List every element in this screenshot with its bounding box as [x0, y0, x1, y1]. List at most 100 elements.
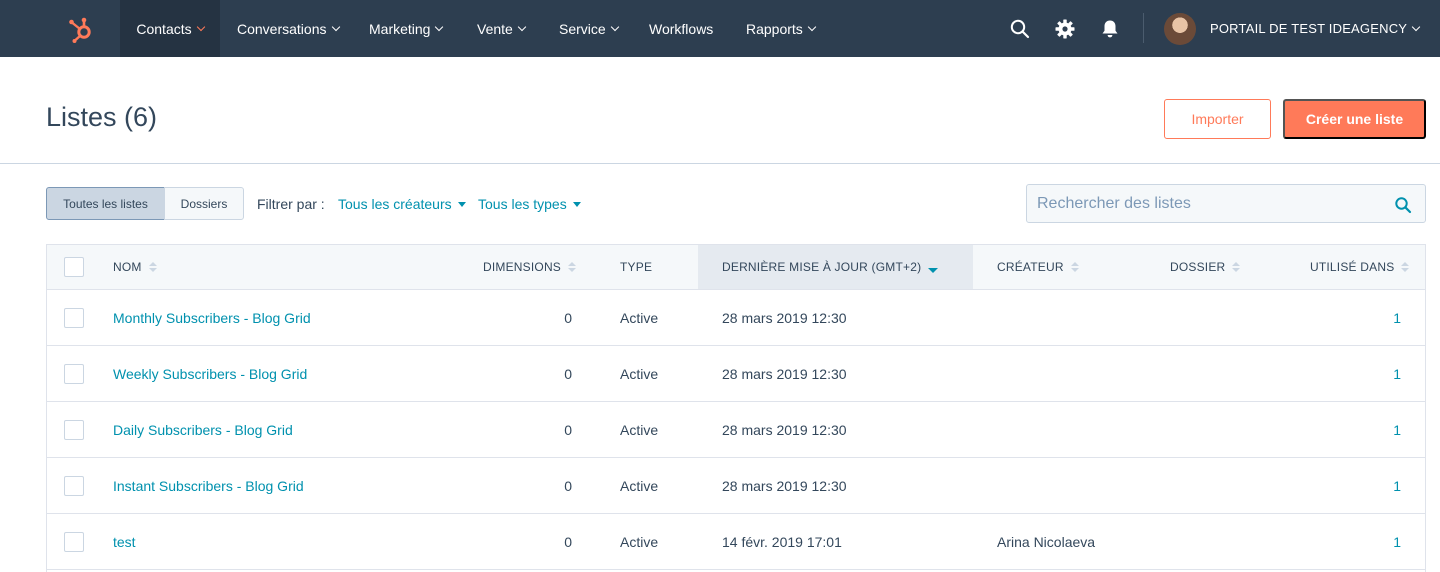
avatar[interactable]	[1164, 13, 1196, 45]
table-row: Weekly Subscribers - Blog Grid 0 Active …	[47, 346, 1425, 402]
column-header-creator[interactable]: CRÉATEUR	[997, 245, 1079, 289]
types-filter-label: Tous les types	[478, 196, 567, 212]
row-checkbox[interactable]	[64, 420, 84, 440]
dimensions-value: 0	[564, 421, 572, 438]
column-header-type[interactable]: TYPE	[620, 245, 652, 289]
nav-service[interactable]: Service	[559, 0, 619, 57]
creator-value: Arina Nicolaeva	[997, 533, 1096, 550]
type-value: Active	[620, 309, 659, 326]
nav-marketing[interactable]: Marketing	[369, 0, 444, 57]
type-value: Active	[620, 421, 659, 438]
table-row: Instant Subscribers - Blog Grid 0 Active…	[47, 458, 1425, 514]
chevron-down-icon	[517, 22, 527, 31]
dimensions-value: 0	[564, 365, 572, 382]
column-label: DOSSIER	[1170, 260, 1226, 274]
type-value: Active	[620, 477, 659, 494]
segment-all-lists[interactable]: Toutes les listes	[46, 187, 165, 220]
row-checkbox[interactable]	[64, 308, 84, 328]
table-row: Daily Subscribers - Blog Grid 0 Active 2…	[47, 402, 1425, 458]
dimensions-value: 0	[564, 477, 572, 494]
nav-rapports[interactable]: Rapports	[746, 0, 817, 57]
column-header-used-in[interactable]: UTILISÉ DANS	[1310, 245, 1410, 289]
nav-contacts-label: Contacts	[136, 20, 192, 37]
sort-icon	[1401, 262, 1410, 272]
chevron-down-icon	[807, 22, 817, 31]
chevron-down-icon	[196, 22, 205, 31]
creators-filter-dropdown[interactable]: Tous les créateurs	[338, 196, 466, 212]
nav-vente[interactable]: Vente	[477, 0, 527, 57]
nav-service-label: Service	[559, 20, 606, 37]
updated-value: 28 mars 2019 12:30	[722, 309, 847, 326]
search-input[interactable]	[1027, 185, 1387, 222]
bell-icon[interactable]	[1099, 18, 1121, 40]
updated-value: 14 févr. 2019 17:01	[722, 533, 842, 550]
column-label: DIMENSIONS	[483, 260, 562, 274]
hubspot-sprocket-icon[interactable]	[64, 13, 96, 45]
nav-conversations-label: Conversations	[237, 20, 327, 37]
lists-table: NOM DIMENSIONS TYPE DERNIÈRE MISE À JOUR…	[46, 244, 1426, 572]
import-button[interactable]: Importer	[1164, 99, 1271, 139]
nav-marketing-label: Marketing	[369, 20, 431, 37]
table-row: test 0 Active 14 févr. 2019 17:01 Arina …	[47, 514, 1425, 570]
updated-value: 28 mars 2019 12:30	[722, 421, 847, 438]
table-header: NOM DIMENSIONS TYPE DERNIÈRE MISE À JOUR…	[47, 245, 1425, 290]
column-label: NOM	[113, 260, 142, 274]
column-label: CRÉATEUR	[997, 260, 1064, 274]
sort-icon	[568, 262, 577, 272]
sort-icon	[1070, 262, 1079, 272]
table-row: Monthly Subscribers - Blog Grid 0 Active…	[47, 290, 1425, 346]
column-header-name[interactable]: NOM	[113, 245, 157, 289]
row-checkbox[interactable]	[64, 476, 84, 496]
types-filter-dropdown[interactable]: Tous les types	[478, 196, 581, 212]
portal-name: PORTAIL DE TEST IDEAGENCY	[1210, 21, 1408, 36]
nav-workflows-label: Workflows	[649, 20, 714, 37]
used-in-link[interactable]: 1	[1347, 290, 1401, 345]
updated-value: 28 mars 2019 12:30	[722, 477, 847, 494]
row-checkbox[interactable]	[64, 532, 84, 552]
chevron-down-icon	[435, 22, 444, 31]
row-checkbox[interactable]	[64, 364, 84, 384]
header-divider	[0, 163, 1440, 164]
type-value: Active	[620, 533, 659, 550]
gear-icon[interactable]	[1054, 18, 1076, 40]
chevron-down-icon	[610, 22, 619, 31]
used-in-link[interactable]: 1	[1347, 402, 1401, 457]
list-name-link[interactable]: Weekly Subscribers - Blog Grid	[113, 346, 307, 401]
sort-icon	[148, 262, 157, 272]
nav-contacts[interactable]: Contacts	[120, 0, 220, 57]
sort-descending-icon	[928, 262, 939, 273]
page-title: Listes (6)	[46, 102, 158, 132]
type-value: Active	[620, 365, 659, 382]
nav-vente-label: Vente	[477, 20, 513, 37]
caret-down-icon	[572, 201, 581, 207]
column-header-updated[interactable]: DERNIÈRE MISE À JOUR (GMT+2)	[698, 245, 973, 289]
used-in-link[interactable]: 1	[1347, 514, 1401, 569]
creators-filter-label: Tous les créateurs	[338, 196, 452, 212]
search-icon[interactable]	[1009, 18, 1031, 40]
create-list-button[interactable]: Créer une liste	[1283, 99, 1426, 139]
list-name-link[interactable]: Daily Subscribers - Blog Grid	[113, 402, 293, 457]
column-label: UTILISÉ DANS	[1310, 260, 1395, 274]
segment-folders[interactable]: Dossiers	[164, 187, 244, 220]
filter-label: Filtrer par :	[257, 196, 325, 212]
used-in-link[interactable]: 1	[1347, 346, 1401, 401]
chevron-down-icon	[1411, 22, 1421, 31]
search-icon[interactable]	[1394, 196, 1412, 214]
dimensions-value: 0	[564, 309, 572, 326]
column-label: TYPE	[620, 260, 653, 274]
column-header-folder[interactable]: DOSSIER	[1170, 245, 1241, 289]
nav-workflows[interactable]: Workflows	[649, 0, 713, 57]
column-header-dimensions[interactable]: DIMENSIONS	[483, 245, 577, 289]
dimensions-value: 0	[564, 533, 572, 550]
used-in-link[interactable]: 1	[1347, 458, 1401, 513]
chevron-down-icon	[331, 22, 340, 31]
list-name-link[interactable]: Instant Subscribers - Blog Grid	[113, 458, 304, 513]
list-search	[1026, 184, 1426, 223]
select-all-checkbox[interactable]	[64, 257, 84, 277]
list-name-link[interactable]: test	[113, 514, 136, 569]
portal-switcher[interactable]: PORTAIL DE TEST IDEAGENCY	[1210, 0, 1421, 57]
nav-conversations[interactable]: Conversations	[237, 0, 340, 57]
top-navigation: Contacts Conversations Marketing Vente S…	[0, 0, 1440, 57]
updated-value: 28 mars 2019 12:30	[722, 365, 847, 382]
list-name-link[interactable]: Monthly Subscribers - Blog Grid	[113, 290, 311, 345]
